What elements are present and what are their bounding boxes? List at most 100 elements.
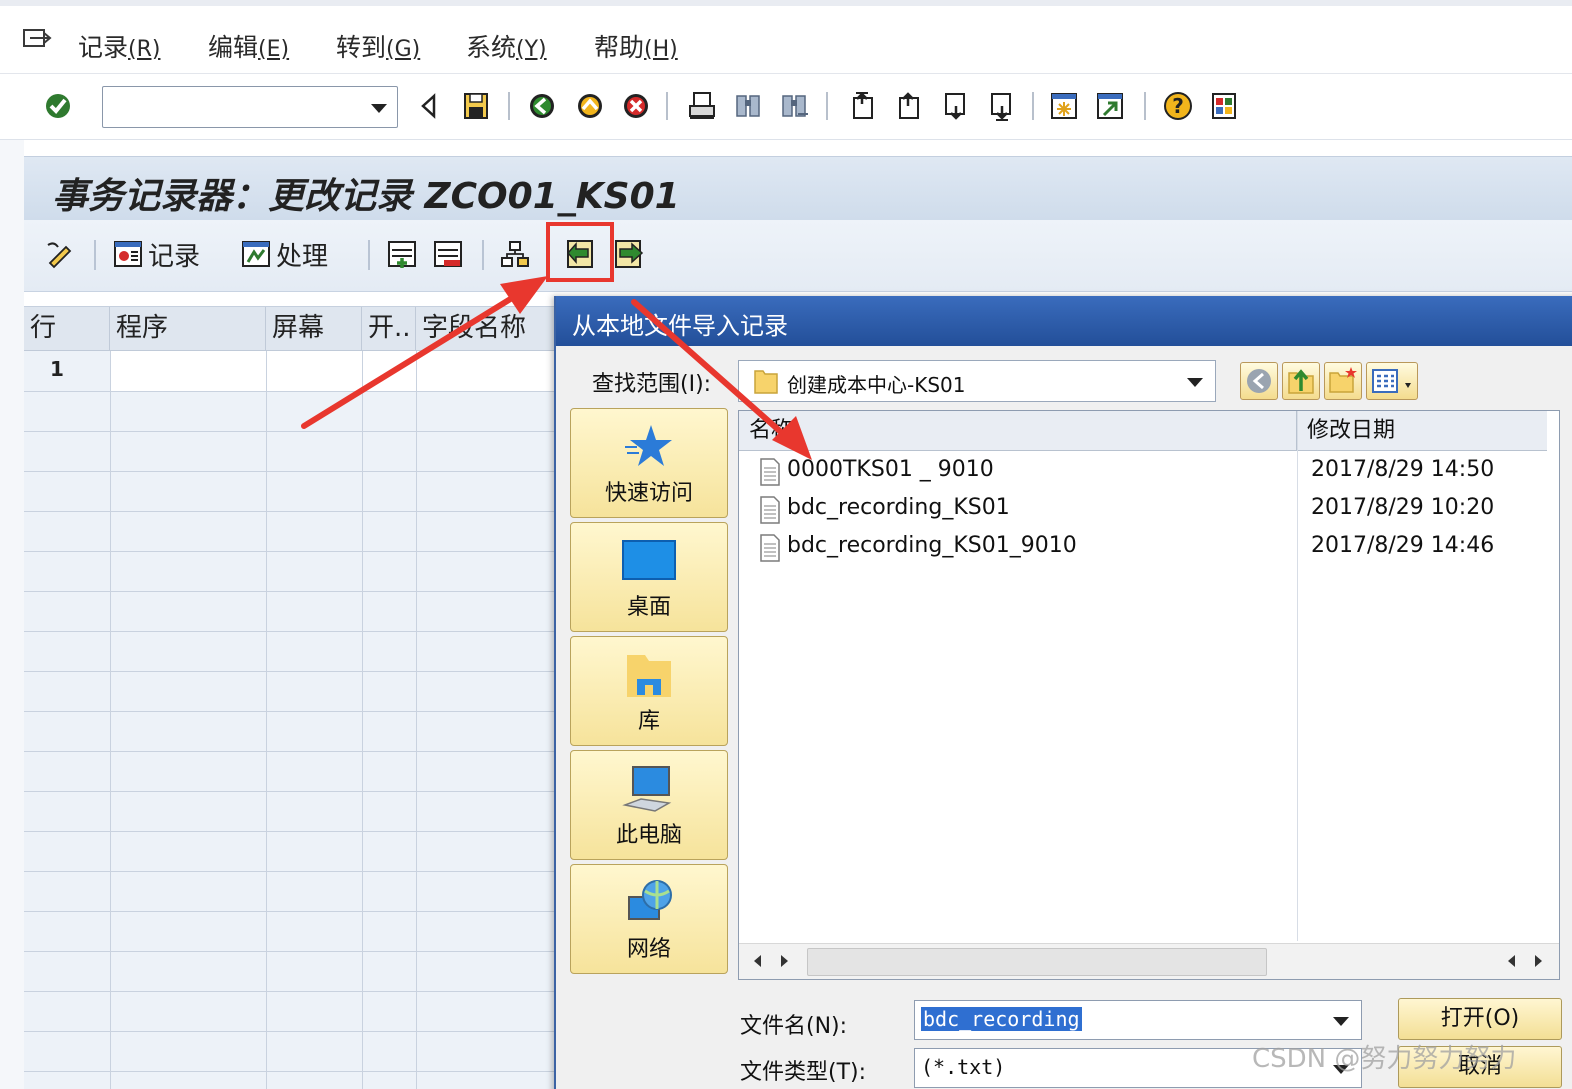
shortcut-icon[interactable] xyxy=(1094,90,1126,122)
places-network[interactable]: 网络 xyxy=(570,864,728,974)
back-folder-button[interactable] xyxy=(1240,362,1278,400)
column-header-name[interactable]: 名称 xyxy=(739,411,1297,451)
save-icon[interactable] xyxy=(460,90,492,122)
file-name-input[interactable]: bdc_recording xyxy=(914,1000,1362,1040)
process-button-label: 处理 xyxy=(276,241,329,272)
toolbar-separator xyxy=(666,92,668,120)
grid-row-line xyxy=(24,711,564,712)
file-row[interactable]: bdc_recording_KS01 2017/8/29 10:20 xyxy=(739,491,1559,529)
command-field[interactable] xyxy=(102,86,398,128)
file-row[interactable]: bdc_recording_KS01_9010 2017/8/29 14:46 xyxy=(739,529,1559,567)
edit-pencil-icon[interactable] xyxy=(44,236,78,272)
column-header-modified[interactable]: 修改日期 xyxy=(1297,411,1547,451)
enter-check-icon[interactable] xyxy=(42,90,74,122)
last-page-icon[interactable] xyxy=(986,90,1018,122)
command-input[interactable] xyxy=(103,87,363,127)
grid-column-line xyxy=(266,351,267,1089)
file-name: bdc_recording_KS01_9010 xyxy=(787,533,1077,558)
open-button[interactable]: 打开(O) xyxy=(1398,998,1562,1040)
star-icon xyxy=(625,425,672,466)
chevron-down-icon[interactable] xyxy=(1331,1013,1351,1029)
column-header-program[interactable]: 程序 xyxy=(110,307,266,351)
menu-help-accel: (H) xyxy=(644,37,678,62)
grid-row-line xyxy=(24,431,564,432)
look-in-label: 查找范围(I): xyxy=(592,372,712,397)
view-menu-button[interactable] xyxy=(1366,362,1418,400)
places-quick-access[interactable]: 快速访问 xyxy=(570,408,728,518)
grid-row-line xyxy=(24,631,564,632)
next-page-icon[interactable] xyxy=(940,90,972,122)
menu-help[interactable]: 帮助(H) xyxy=(594,28,678,64)
library-icon xyxy=(627,655,671,697)
chevron-down-icon[interactable] xyxy=(1185,374,1205,390)
find-icon[interactable] xyxy=(732,90,764,122)
structure-icon[interactable] xyxy=(498,236,530,272)
places-this-pc[interactable]: 此电脑 xyxy=(570,750,728,860)
column-header-field-name[interactable]: 字段名称 xyxy=(416,307,564,351)
scrollbar-thumb[interactable] xyxy=(807,948,1267,976)
grid-row-line xyxy=(24,511,564,512)
view-grid-icon xyxy=(1372,369,1411,393)
new-folder-button[interactable] xyxy=(1324,362,1362,400)
cancel-button[interactable]: 取消 xyxy=(1398,1046,1562,1088)
scroll-right-icon[interactable] xyxy=(1529,952,1547,970)
scroll-right-icon[interactable] xyxy=(775,952,793,970)
menu-toggle-icon[interactable] xyxy=(22,28,52,52)
file-type-dropdown[interactable]: (*.txt) xyxy=(914,1048,1362,1088)
delete-line-icon[interactable] xyxy=(432,236,464,272)
print-icon[interactable] xyxy=(686,90,718,122)
text-file-icon xyxy=(760,534,780,562)
menu-edit[interactable]: 编辑(E) xyxy=(208,28,289,64)
menu-record[interactable]: 记录(R) xyxy=(78,28,160,64)
places-desktop-label: 桌面 xyxy=(626,595,671,620)
insert-line-icon[interactable] xyxy=(386,236,418,272)
import-file-dialog: 从本地文件导入记录 查找范围(I): 创建成本中心-KS01 快速访问 桌面 库… xyxy=(554,296,1572,1089)
places-desktop[interactable]: 桌面 xyxy=(570,522,728,632)
up-folder-icon xyxy=(1288,369,1314,394)
column-header-screen[interactable]: 屏幕 xyxy=(266,307,362,351)
record-button[interactable]: 记录 xyxy=(112,236,200,272)
cancel-icon[interactable] xyxy=(620,90,652,122)
find-next-icon[interactable] xyxy=(778,90,810,122)
process-button[interactable]: 处理 xyxy=(240,236,328,272)
file-name: 0000TKS01 _ 9010 xyxy=(787,457,994,482)
toolbar-separator xyxy=(1144,92,1146,120)
previous-page-icon[interactable] xyxy=(892,90,924,122)
places-this-pc-label: 此电脑 xyxy=(615,823,682,848)
layout-menu-icon[interactable] xyxy=(1208,90,1240,122)
table-row[interactable] xyxy=(110,351,564,391)
horizontal-scrollbar[interactable] xyxy=(739,943,1559,979)
chevron-down-icon[interactable] xyxy=(369,100,389,116)
export-to-file-icon[interactable] xyxy=(612,236,646,272)
scroll-left-icon[interactable] xyxy=(1503,952,1521,970)
menu-edit-accel: (E) xyxy=(258,37,290,62)
svg-text:?: ? xyxy=(1172,94,1184,118)
new-folder-icon xyxy=(1329,367,1357,393)
up-folder-button[interactable] xyxy=(1282,362,1320,400)
process-icon xyxy=(242,241,270,267)
scroll-left-icon[interactable] xyxy=(749,952,767,970)
toolbar-separator xyxy=(1032,92,1034,120)
back-arrow-icon xyxy=(1247,369,1271,393)
dialog-titlebar[interactable]: 从本地文件导入记录 xyxy=(556,296,1572,346)
back-icon[interactable] xyxy=(526,90,558,122)
text-file-icon xyxy=(760,496,780,524)
desktop-icon xyxy=(622,540,676,580)
help-icon[interactable]: ? xyxy=(1162,90,1194,122)
new-session-icon[interactable] xyxy=(1048,90,1080,122)
menu-goto[interactable]: 转到(G) xyxy=(336,28,420,64)
annotation-highlight-box xyxy=(546,222,614,282)
places-libraries[interactable]: 库 xyxy=(570,636,728,746)
application-toolbar: 记录 处理 xyxy=(24,220,1572,292)
column-header-start[interactable]: 开.. xyxy=(362,307,416,351)
collapse-triangle-icon[interactable] xyxy=(414,90,446,122)
exit-icon[interactable] xyxy=(574,90,606,122)
network-globe-icon xyxy=(628,880,672,920)
column-header-line[interactable]: 行 xyxy=(24,307,110,351)
chevron-down-icon[interactable] xyxy=(1331,1061,1351,1077)
menu-system[interactable]: 系统(Y) xyxy=(466,28,547,64)
grid-row-line xyxy=(24,751,564,752)
file-row[interactable]: 0000TKS01 _ 9010 2017/8/29 14:50 xyxy=(739,453,1559,491)
first-page-icon[interactable] xyxy=(846,90,878,122)
look-in-dropdown[interactable]: 创建成本中心-KS01 xyxy=(738,360,1216,402)
